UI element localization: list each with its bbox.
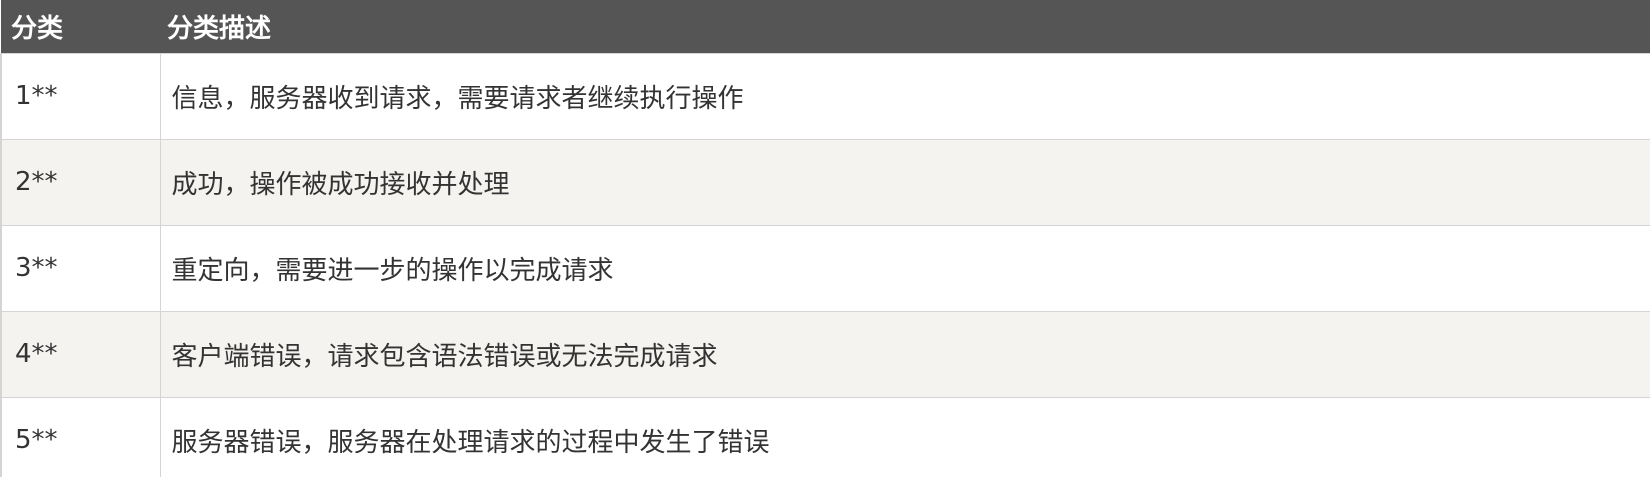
- header-category: 分类: [11, 13, 64, 44]
- http-status-table: 分类 分类描述 1** 信息，服务器收到请求，需要请求者继续执行操作 2** 成…: [0, 0, 1650, 477]
- status-description-cell: 成功，操作被成功接收并处理: [159, 138, 1650, 226]
- header-row: 分类 分类描述: [1, 0, 1650, 53]
- table-row: 4** 客户端错误，请求包含语法错误或无法完成请求: [0, 310, 1650, 398]
- status-description-cell: 服务器错误，服务器在处理请求的过程中发生了错误: [159, 396, 1650, 477]
- table-row: 3** 重定向，需要进一步的操作以完成请求: [0, 224, 1650, 312]
- status-description-cell: 重定向，需要进一步的操作以完成请求: [159, 224, 1650, 312]
- table-row: 5** 服务器错误，服务器在处理请求的过程中发生了错误: [0, 396, 1650, 477]
- status-code-cell: 3**: [0, 224, 161, 312]
- status-description-cell: 信息，服务器收到请求，需要请求者继续执行操作: [159, 52, 1650, 140]
- header-category-description: 分类描述: [167, 13, 272, 44]
- page: 分类 分类描述 1** 信息，服务器收到请求，需要请求者继续执行操作 2** 成…: [0, 0, 1650, 477]
- status-code-cell: 1**: [0, 52, 161, 140]
- status-code-cell: 2**: [0, 138, 161, 226]
- status-code-cell: 5**: [0, 396, 161, 477]
- table-row: 2** 成功，操作被成功接收并处理: [0, 138, 1650, 226]
- status-code-cell: 4**: [0, 310, 161, 398]
- status-description-cell: 客户端错误，请求包含语法错误或无法完成请求: [159, 310, 1650, 398]
- table-body: 1** 信息，服务器收到请求，需要请求者继续执行操作 2** 成功，操作被成功接…: [0, 52, 1650, 477]
- table-header: 分类 分类描述: [1, 0, 1650, 53]
- table-row: 1** 信息，服务器收到请求，需要请求者继续执行操作: [0, 52, 1650, 140]
